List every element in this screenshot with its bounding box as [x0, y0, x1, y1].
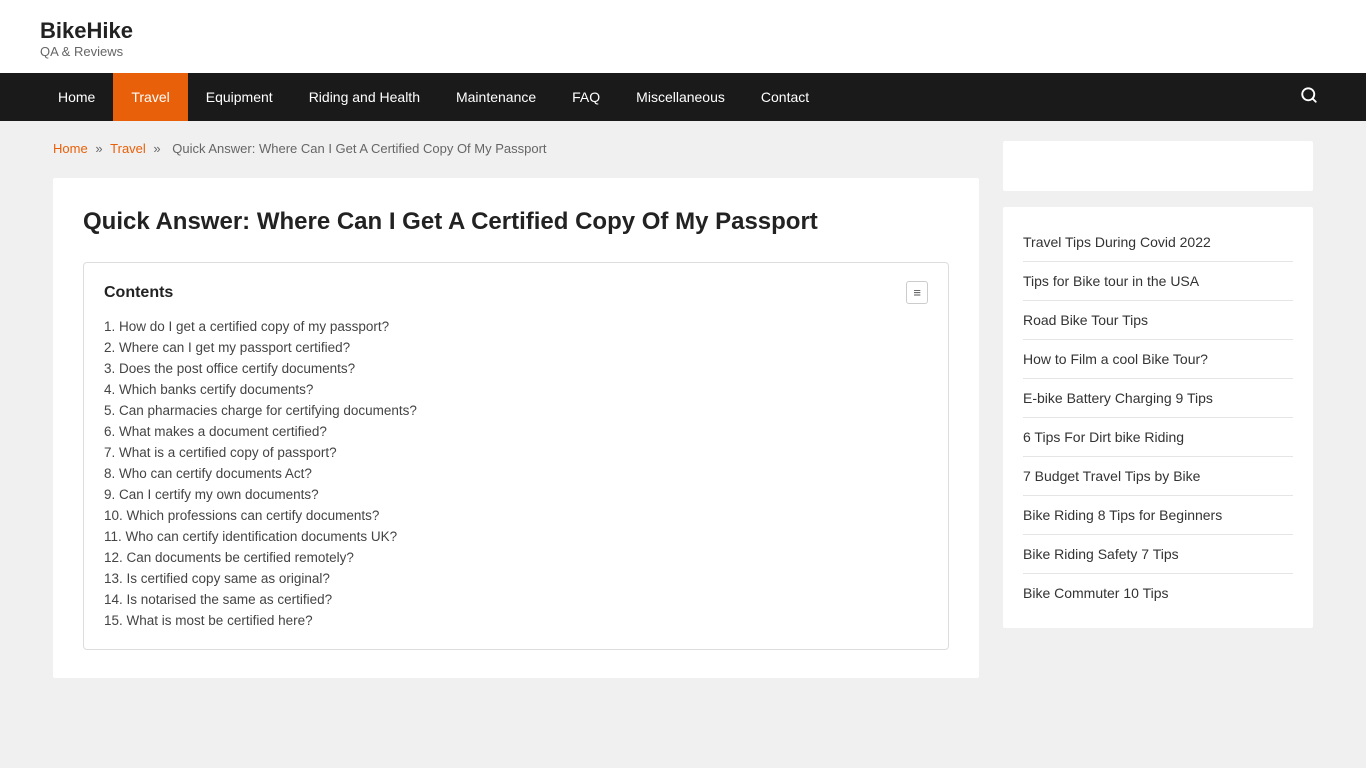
toc-item: 4. Which banks certify documents? — [104, 379, 928, 400]
toc-item: 11. Who can certify identification docum… — [104, 526, 928, 547]
toc-item: 8. Who can certify documents Act? — [104, 463, 928, 484]
toc-item: 10. Which professions can certify docume… — [104, 505, 928, 526]
nav-item-home[interactable]: Home — [40, 73, 113, 121]
page-wrap: Home » Travel » Quick Answer: Where Can … — [33, 121, 1333, 698]
site-tagline: QA & Reviews — [40, 44, 1326, 59]
toc-header: Contents ≡ — [104, 281, 928, 304]
sidebar-link-item[interactable]: Tips for Bike tour in the USA — [1023, 262, 1293, 301]
sidebar-link-item[interactable]: Bike Riding 8 Tips for Beginners — [1023, 496, 1293, 535]
breadcrumb-travel[interactable]: Travel — [110, 141, 146, 156]
nav-items: Home Travel Equipment Riding and Health … — [40, 73, 827, 121]
toc-item: 15. What is most be certified here? — [104, 610, 928, 631]
nav-item-maintenance[interactable]: Maintenance — [438, 73, 554, 121]
sidebar-search-box — [1003, 141, 1313, 191]
site-title[interactable]: BikeHike — [40, 18, 1326, 44]
toc-item: 9. Can I certify my own documents? — [104, 484, 928, 505]
nav-item-equipment[interactable]: Equipment — [188, 73, 291, 121]
nav-item-contact[interactable]: Contact — [743, 73, 827, 121]
sidebar-links-box: Travel Tips During Covid 2022 Tips for B… — [1003, 207, 1313, 628]
breadcrumb-current: Quick Answer: Where Can I Get A Certifie… — [172, 141, 546, 156]
toc-item: 3. Does the post office certify document… — [104, 358, 928, 379]
toc-item: 12. Can documents be certified remotely? — [104, 547, 928, 568]
sidebar-link-item[interactable]: 7 Budget Travel Tips by Bike — [1023, 457, 1293, 496]
toc-item: 2. Where can I get my passport certified… — [104, 337, 928, 358]
sidebar-link-item[interactable]: Bike Commuter 10 Tips — [1023, 574, 1293, 612]
sidebar-link-item[interactable]: Road Bike Tour Tips — [1023, 301, 1293, 340]
toc-item: 1. How do I get a certified copy of my p… — [104, 316, 928, 337]
toc-item: 13. Is certified copy same as original? — [104, 568, 928, 589]
breadcrumb-home[interactable]: Home — [53, 141, 88, 156]
sidebar-link-item[interactable]: E-bike Battery Charging 9 Tips — [1023, 379, 1293, 418]
article-title: Quick Answer: Where Can I Get A Certifie… — [83, 206, 949, 238]
nav-item-riding-health[interactable]: Riding and Health — [291, 73, 438, 121]
toc-title: Contents — [104, 284, 173, 302]
sidebar-link-item[interactable]: Travel Tips During Covid 2022 — [1023, 223, 1293, 262]
sidebar-link-item[interactable]: 6 Tips For Dirt bike Riding — [1023, 418, 1293, 457]
main-content: Home » Travel » Quick Answer: Where Can … — [53, 141, 979, 678]
toc-toggle-button[interactable]: ≡ — [906, 281, 928, 304]
search-icon[interactable] — [1292, 78, 1326, 117]
toc-item: 6. What makes a document certified? — [104, 421, 928, 442]
site-header: BikeHike QA & Reviews — [0, 0, 1366, 73]
nav-item-miscellaneous[interactable]: Miscellaneous — [618, 73, 743, 121]
toc-box: Contents ≡ 1. How do I get a certified c… — [83, 262, 949, 650]
article-card: Quick Answer: Where Can I Get A Certifie… — [53, 178, 979, 678]
toc-item: 5. Can pharmacies charge for certifying … — [104, 400, 928, 421]
toc-item: 7. What is a certified copy of passport? — [104, 442, 928, 463]
nav-item-travel[interactable]: Travel — [113, 73, 187, 121]
sidebar-link-item[interactable]: How to Film a cool Bike Tour? — [1023, 340, 1293, 379]
nav-item-faq[interactable]: FAQ — [554, 73, 618, 121]
main-nav: Home Travel Equipment Riding and Health … — [0, 73, 1366, 121]
sidebar: Travel Tips During Covid 2022 Tips for B… — [1003, 141, 1313, 678]
breadcrumb: Home » Travel » Quick Answer: Where Can … — [53, 141, 979, 156]
toc-item: 14. Is notarised the same as certified? — [104, 589, 928, 610]
toc-list: 1. How do I get a certified copy of my p… — [104, 316, 928, 631]
sidebar-link-item[interactable]: Bike Riding Safety 7 Tips — [1023, 535, 1293, 574]
